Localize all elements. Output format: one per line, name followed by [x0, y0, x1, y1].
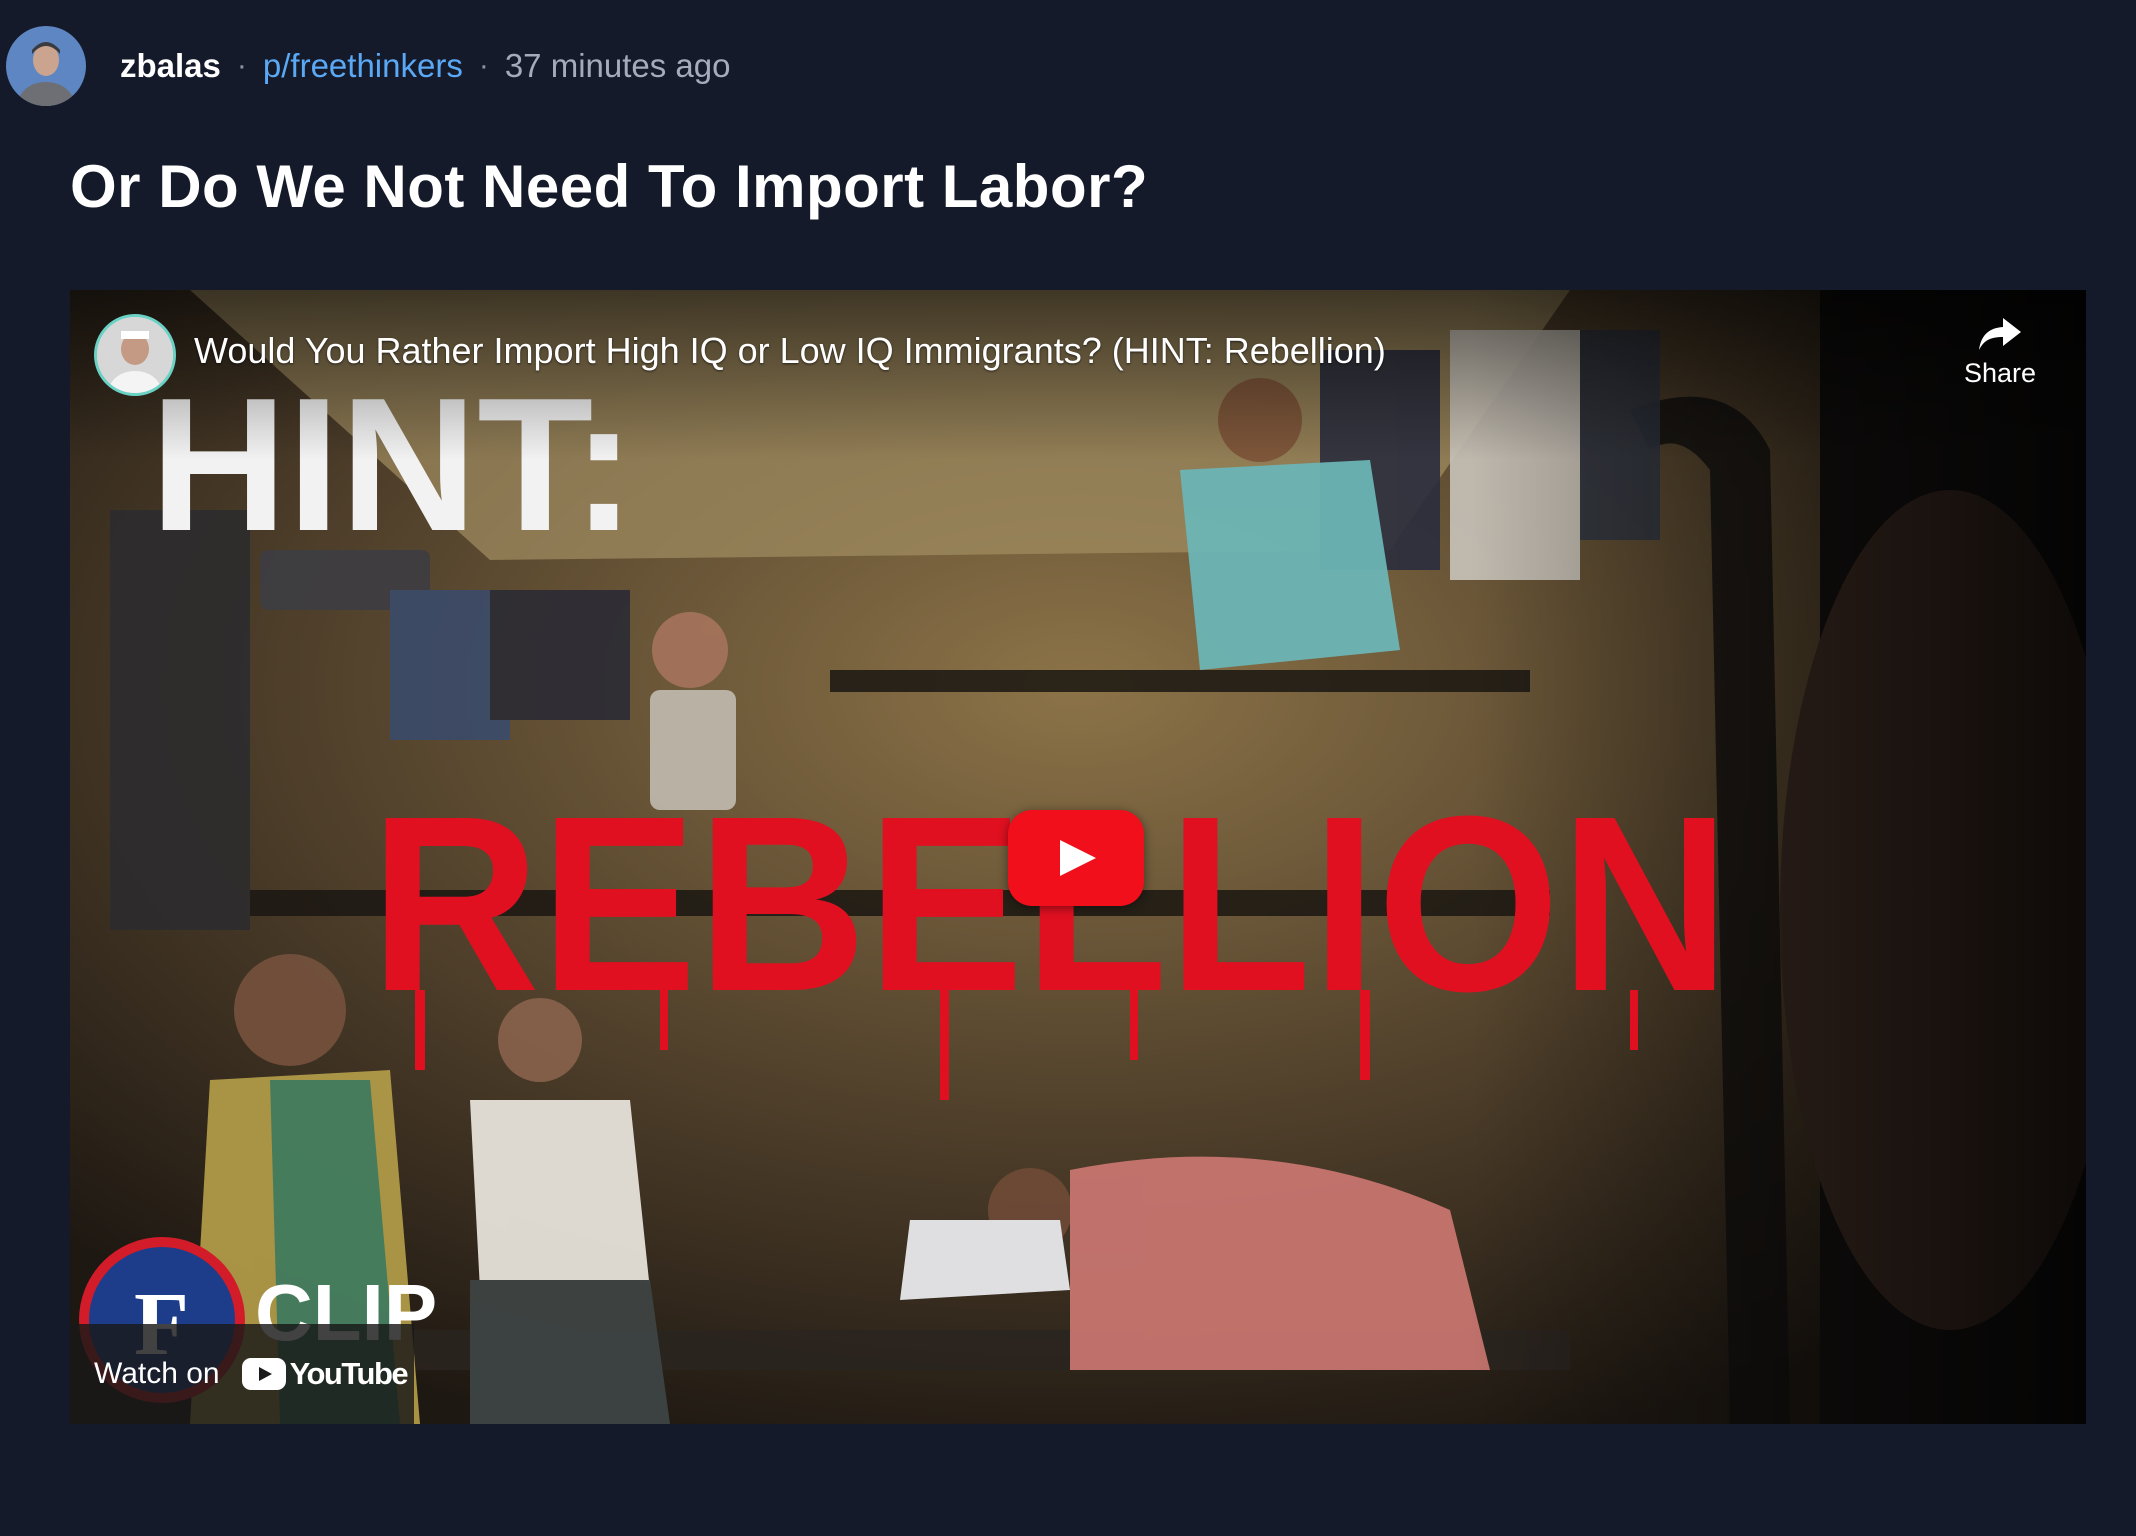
youtube-logo: YouTube — [241, 1356, 409, 1392]
separator-dot: · — [478, 49, 489, 82]
author-name[interactable]: zbalas — [120, 47, 221, 85]
community-link[interactable]: p/freethinkers — [263, 47, 463, 85]
watch-on-label: Watch on — [94, 1357, 220, 1390]
play-icon — [1060, 840, 1096, 876]
video-top-overlay — [70, 290, 2086, 460]
post-header: zbalas · p/freethinkers · 37 minutes ago — [6, 24, 730, 108]
share-button[interactable]: Share — [1950, 316, 2050, 389]
post-timestamp: 37 minutes ago — [504, 47, 731, 84]
video-title[interactable]: Would You Rather Import High IQ or Low I… — [194, 330, 1386, 372]
separator-dot: · — [236, 49, 247, 82]
author-avatar[interactable] — [6, 26, 86, 106]
share-label: Share — [1963, 358, 2037, 388]
channel-avatar[interactable] — [94, 314, 176, 396]
youtube-icon — [241, 1358, 286, 1390]
share-arrow-icon — [1979, 318, 2021, 350]
play-button[interactable] — [1008, 810, 1144, 906]
youtube-wordmark: YouTube — [289, 1356, 409, 1391]
watch-on-youtube-button[interactable]: Watch on YouTube — [70, 1324, 414, 1424]
post: zbalas · p/freethinkers · 37 minutes ago… — [0, 0, 2136, 1536]
post-title[interactable]: Or Do We Not Need To Import Labor? — [70, 152, 1148, 221]
youtube-embed[interactable]: HINT: REBELLION F CLIP Would Y — [70, 290, 2086, 1424]
